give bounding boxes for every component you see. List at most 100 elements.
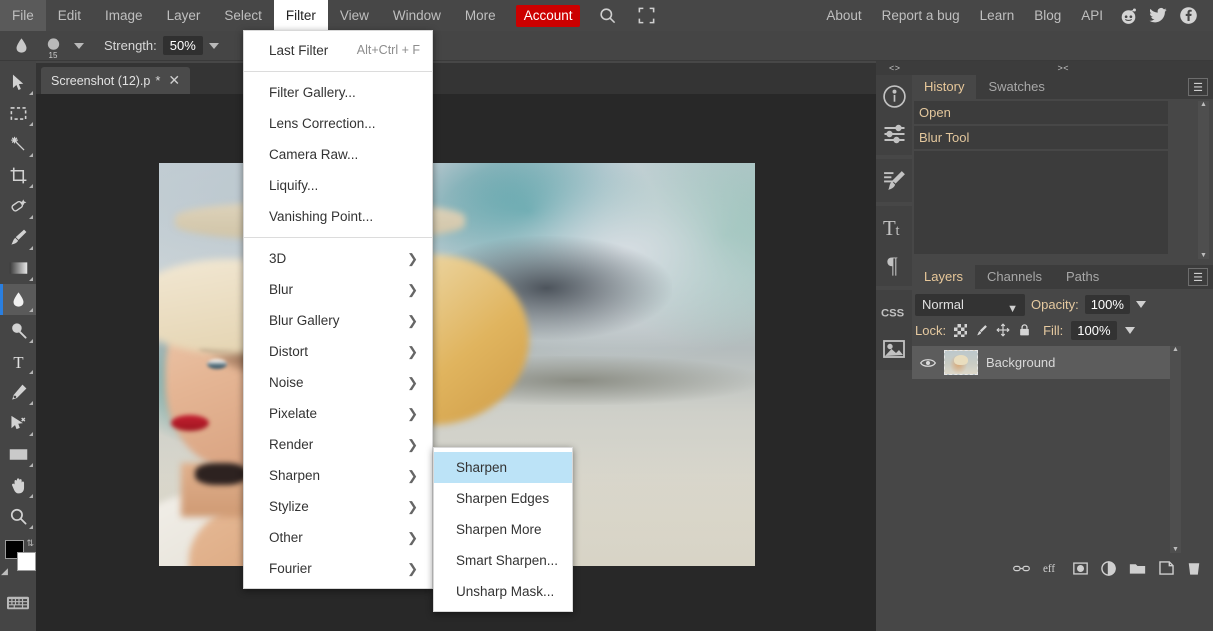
menu-item-more[interactable]: More <box>453 0 508 31</box>
css-icon[interactable]: CSS <box>876 293 912 330</box>
facebook-icon[interactable] <box>1173 6 1203 25</box>
crop-tool[interactable] <box>0 160 36 191</box>
menu-item-vanishing-point[interactable]: Vanishing Point... <box>244 201 432 232</box>
link-learn[interactable]: Learn <box>970 0 1025 31</box>
new-group-icon[interactable] <box>1129 562 1146 575</box>
submenu-item-unsharp-mask[interactable]: Unsharp Mask... <box>434 576 572 607</box>
brush-tool[interactable] <box>0 222 36 253</box>
fill-value[interactable]: 100% <box>1071 320 1117 340</box>
twitter-icon[interactable] <box>1143 6 1173 25</box>
lock-position-icon[interactable] <box>996 323 1010 337</box>
layers-scrollbar[interactable]: ▲ ▼ <box>1170 346 1181 553</box>
scroll-up-arrow-icon[interactable]: ▲ <box>1170 346 1181 354</box>
menu-item-sharpen[interactable]: Sharpen ❯ <box>244 460 432 491</box>
search-icon[interactable] <box>588 6 627 25</box>
scroll-up-arrow-icon[interactable]: ▲ <box>1198 101 1209 109</box>
move-tool[interactable] <box>0 67 36 98</box>
image-icon[interactable] <box>876 330 912 367</box>
hand-tool[interactable] <box>0 470 36 501</box>
menu-item-distort[interactable]: Distort ❯ <box>244 336 432 367</box>
link-layers-icon[interactable] <box>1013 563 1030 574</box>
menu-item-lens-correction[interactable]: Lens Correction... <box>244 108 432 139</box>
sharpen-submenu[interactable]: Sharpen Sharpen Edges Sharpen More Smart Sh… <box>433 447 573 612</box>
menu-item-blur-gallery[interactable]: Blur Gallery ❯ <box>244 305 432 336</box>
paragraph-icon[interactable]: ¶ <box>876 246 912 283</box>
layer-visibility-eye-icon[interactable] <box>920 357 936 369</box>
menu-item-stylize[interactable]: Stylize ❯ <box>244 491 432 522</box>
path-select-tool[interactable] <box>0 408 36 439</box>
healing-brush-tool[interactable] <box>0 191 36 222</box>
menu-item-filter[interactable]: Filter <box>273 0 328 31</box>
type-tool[interactable]: T <box>0 346 36 377</box>
document-tab[interactable]: Screenshot (12).p * ✕ <box>41 67 191 94</box>
menu-item-edit[interactable]: Edit <box>46 0 93 31</box>
menu-item-last-filter[interactable]: Last Filter Alt+Ctrl + F <box>244 35 432 66</box>
submenu-item-sharpen-more[interactable]: Sharpen More <box>434 514 572 545</box>
lasso-tool[interactable] <box>0 129 36 160</box>
menu-item-camera-raw[interactable]: Camera Raw... <box>244 139 432 170</box>
gradient-tool[interactable] <box>0 253 36 284</box>
blur-tool-icon[interactable] <box>4 33 38 59</box>
tab-paths[interactable]: Paths <box>1054 265 1111 289</box>
menu-item-render[interactable]: Render ❯ <box>244 429 432 460</box>
strength-value[interactable]: 50% <box>162 36 203 55</box>
keyboard-icon[interactable] <box>0 588 36 618</box>
marquee-tool[interactable] <box>0 98 36 129</box>
menu-item-image[interactable]: Image <box>93 0 155 31</box>
character-icon[interactable]: T t <box>876 209 912 246</box>
swap-colors-icon[interactable]: ⇅ <box>26 538 34 549</box>
close-tab-icon[interactable]: ✕ <box>165 72 183 89</box>
menu-item-other[interactable]: Other ❯ <box>244 522 432 553</box>
zoom-tool[interactable] <box>0 501 36 532</box>
reddit-icon[interactable] <box>1113 6 1143 25</box>
lock-pixels-icon[interactable] <box>975 324 988 337</box>
collapse-panels-icon[interactable]: > < <box>912 63 1213 73</box>
menu-item-pixelate[interactable]: Pixelate ❯ <box>244 398 432 429</box>
strength-chevron-down-icon[interactable] <box>208 42 219 49</box>
menu-item-liquify[interactable]: Liquify... <box>244 170 432 201</box>
scroll-down-arrow-icon[interactable]: ▼ <box>1198 252 1209 259</box>
account-button[interactable]: Account <box>515 4 581 27</box>
blur-tool[interactable] <box>0 284 36 315</box>
link-report-a-bug[interactable]: Report a bug <box>872 0 970 31</box>
submenu-item-sharpen[interactable]: Sharpen <box>434 452 572 483</box>
menu-item-fourier[interactable]: Fourier ❯ <box>244 553 432 584</box>
link-about[interactable]: About <box>816 0 871 31</box>
menu-item-select[interactable]: Select <box>212 0 274 31</box>
adjustment-layer-icon[interactable] <box>1101 560 1116 576</box>
opacity-chevron-down-icon[interactable] <box>1135 301 1146 308</box>
submenu-item-smart-sharpen[interactable]: Smart Sharpen... <box>434 545 572 576</box>
submenu-item-sharpen-edges[interactable]: Sharpen Edges <box>434 483 572 514</box>
brush-preset-picker[interactable]: 15 <box>38 33 68 60</box>
fill-chevron-down-icon[interactable] <box>1124 326 1135 334</box>
collapse-rail-icon[interactable]: < > <box>876 63 912 73</box>
pen-tool[interactable] <box>0 377 36 408</box>
layer-row[interactable]: Background <box>912 346 1177 379</box>
fullscreen-icon[interactable] <box>627 6 666 25</box>
background-color-swatch[interactable] <box>17 552 36 571</box>
link-blog[interactable]: Blog <box>1024 0 1071 31</box>
scroll-down-arrow-icon[interactable]: ▼ <box>1170 546 1181 553</box>
tab-channels[interactable]: Channels <box>975 265 1054 289</box>
opacity-value[interactable]: 100% <box>1084 295 1130 314</box>
brush-settings-icon[interactable] <box>876 162 912 199</box>
new-layer-icon[interactable] <box>1159 561 1174 575</box>
reset-colors-icon[interactable]: ◢ <box>1 566 8 577</box>
menu-item-noise[interactable]: Noise ❯ <box>244 367 432 398</box>
history-item[interactable]: Open <box>914 101 1168 124</box>
tab-layers[interactable]: Layers <box>912 265 976 289</box>
history-scrollbar[interactable]: ▲ ▼ <box>1198 101 1209 259</box>
filter-menu-dropdown[interactable]: Last Filter Alt+Ctrl + F Filter Gallery...… <box>243 30 433 589</box>
adjustments-icon[interactable] <box>876 115 912 152</box>
shape-tool[interactable] <box>0 439 36 470</box>
menu-item-view[interactable]: View <box>328 0 381 31</box>
dock-grip-bar[interactable]: < > > < <box>876 61 1213 75</box>
menu-item-filter-gallery[interactable]: Filter Gallery... <box>244 77 432 108</box>
color-swatches[interactable]: ⇅ ◢ <box>0 538 36 580</box>
tab-history[interactable]: History <box>912 75 977 99</box>
menu-item-file[interactable]: File <box>0 0 46 31</box>
history-panel-menu-hamburger-icon[interactable]: ☰ <box>1188 78 1208 96</box>
info-icon[interactable] <box>876 78 912 115</box>
menu-item-layer[interactable]: Layer <box>155 0 213 31</box>
layers-panel-menu-hamburger-icon[interactable]: ☰ <box>1188 268 1208 286</box>
